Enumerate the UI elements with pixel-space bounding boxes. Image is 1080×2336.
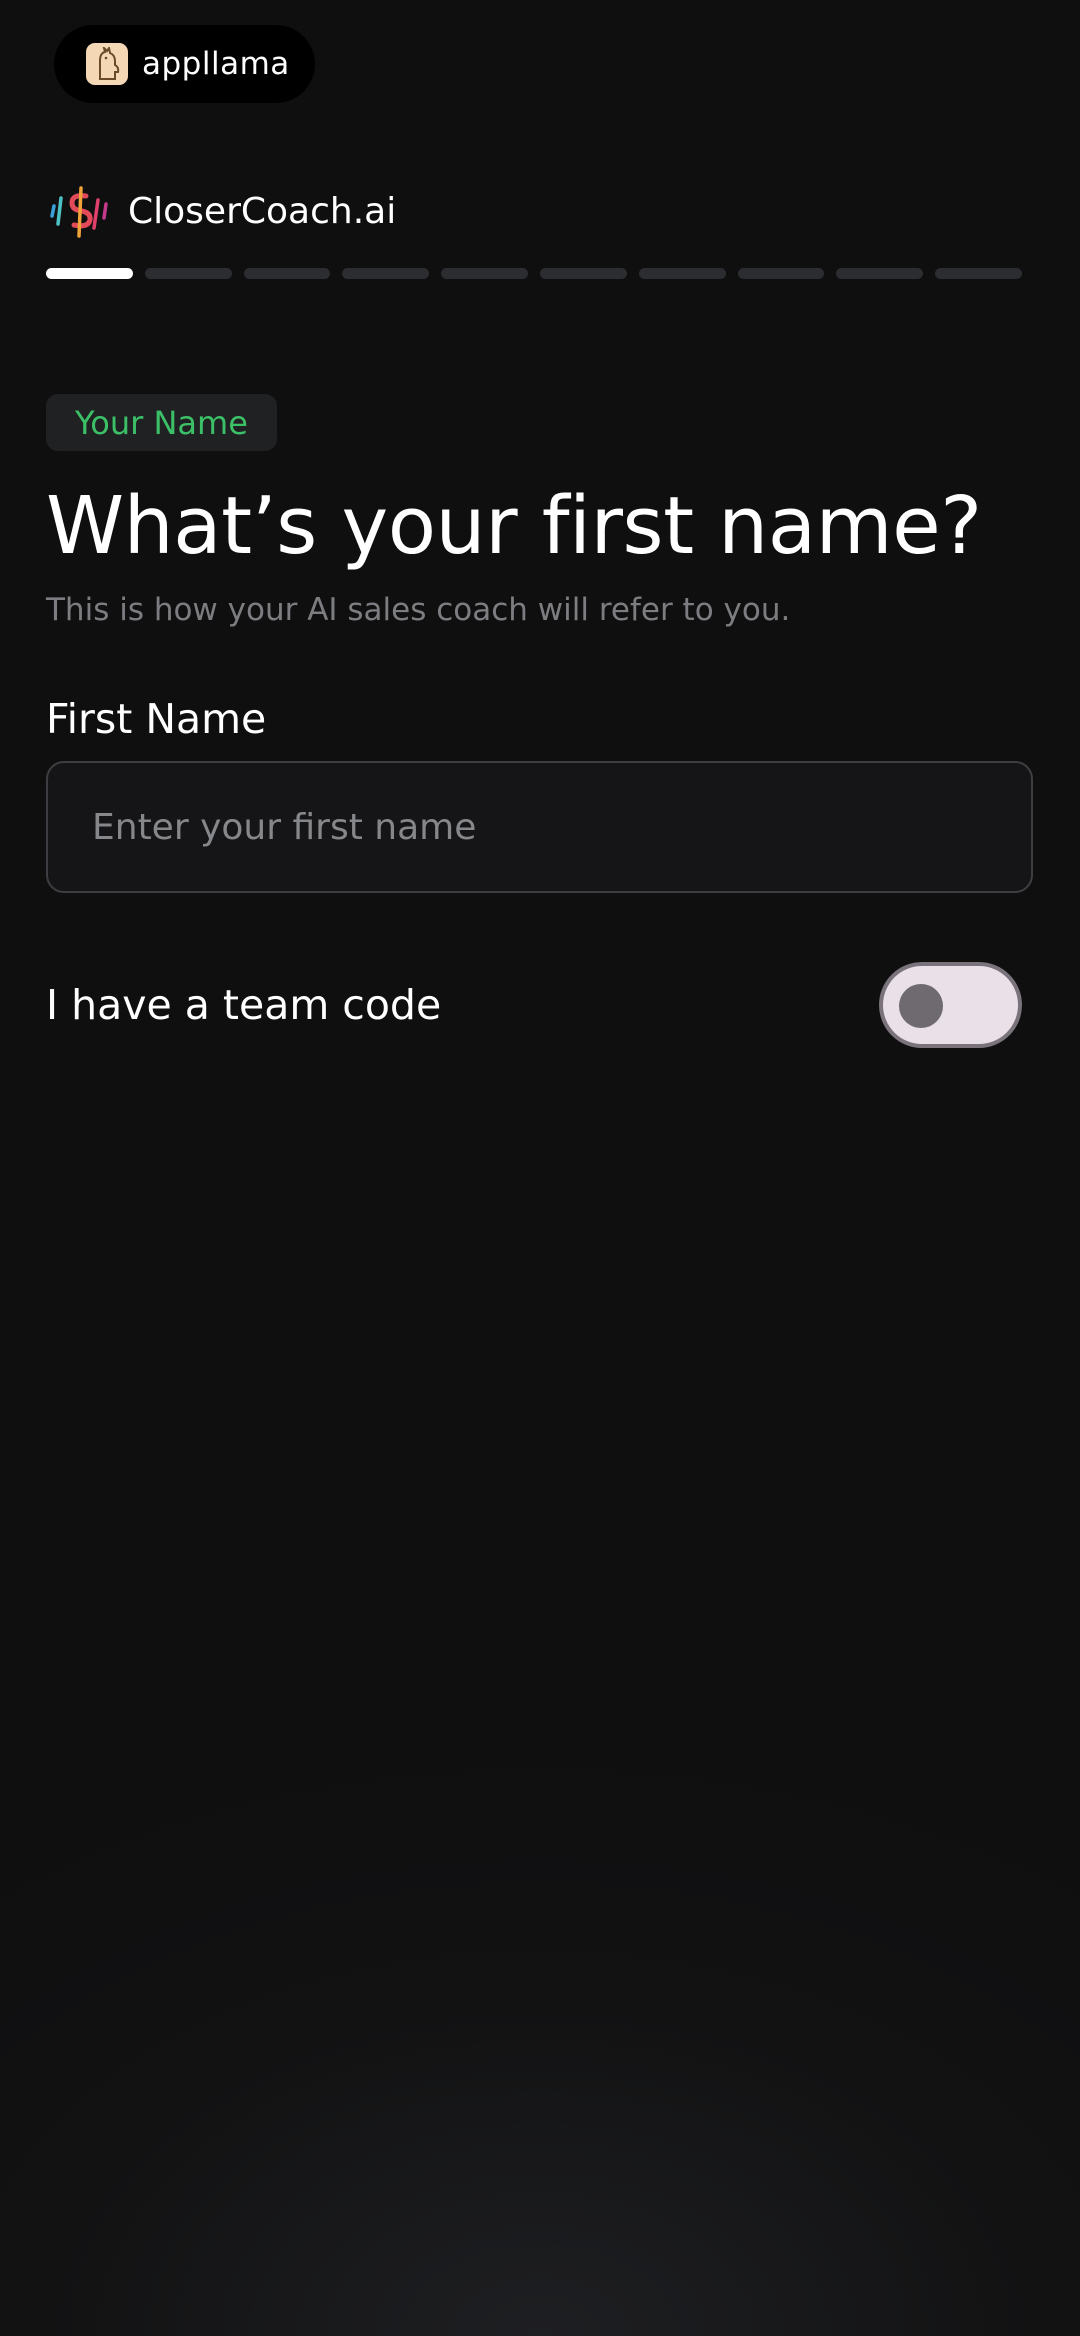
progress-segment <box>46 268 133 279</box>
first-name-input[interactable] <box>48 763 1031 891</box>
toggle-knob <box>899 984 943 1028</box>
progress-segment <box>144 268 232 279</box>
progress-segment <box>441 268 528 279</box>
app-header: CloserCoach.ai <box>46 178 396 244</box>
progress-segment <box>243 268 331 279</box>
progress-segment <box>539 268 627 279</box>
progress-segment <box>935 268 1022 279</box>
progress-segment <box>737 268 825 279</box>
onboarding-progress <box>46 268 1022 279</box>
first-name-field-container <box>46 761 1033 893</box>
team-code-toggle[interactable] <box>879 962 1022 1048</box>
watermark-text: appllama <box>142 46 290 82</box>
appllama-watermark: appllama <box>54 25 315 103</box>
brand-name: CloserCoach.ai <box>128 190 397 232</box>
llama-icon <box>86 43 128 85</box>
closercoach-logo-icon <box>50 186 108 238</box>
progress-segment <box>836 268 924 279</box>
progress-segment <box>638 268 726 279</box>
page-subtitle: This is how your AI sales coach will ref… <box>46 592 791 628</box>
team-code-label: I have a team code <box>46 981 442 1029</box>
step-chip: Your Name <box>46 394 277 451</box>
first-name-label: First Name <box>46 695 267 743</box>
team-code-row: I have a team code <box>46 960 1022 1050</box>
progress-segment <box>342 268 430 279</box>
page-title: What’s your first name? <box>46 480 982 572</box>
